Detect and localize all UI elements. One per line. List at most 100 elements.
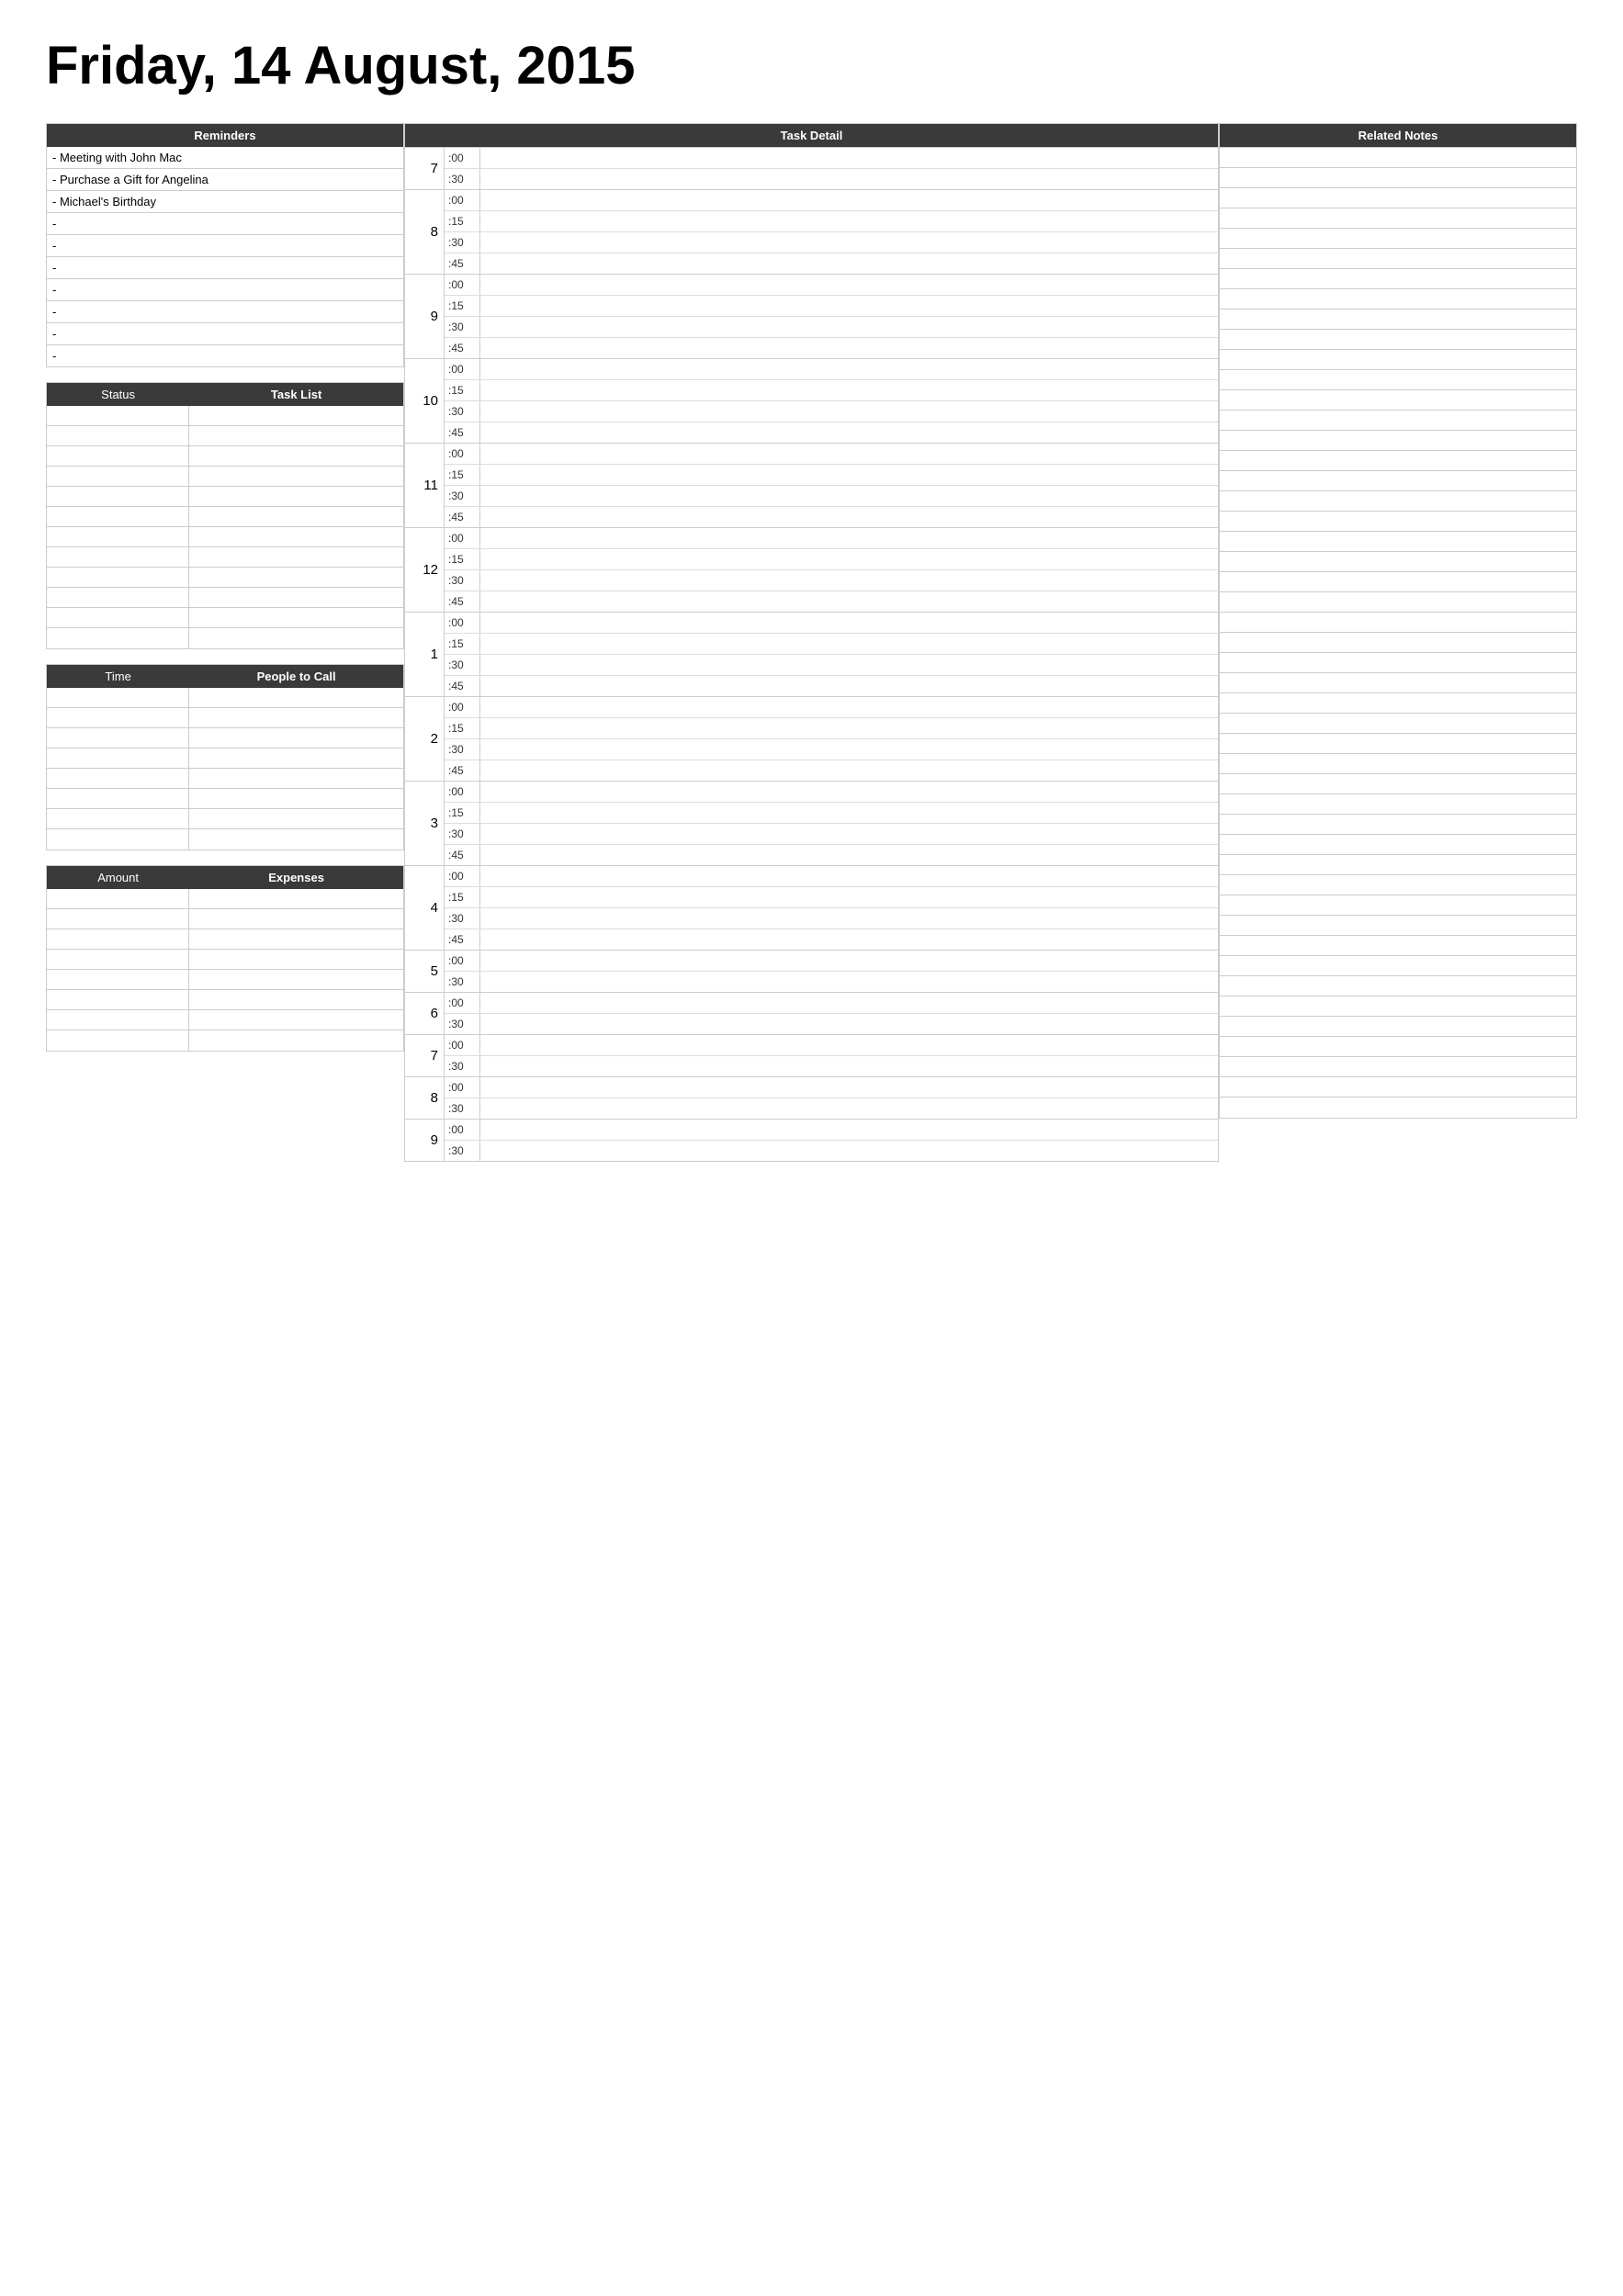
note-row[interactable] bbox=[1220, 1037, 1576, 1057]
expenses-amount-cell[interactable] bbox=[47, 1030, 189, 1051]
note-row[interactable] bbox=[1220, 936, 1576, 956]
note-row[interactable] bbox=[1220, 916, 1576, 936]
note-row[interactable] bbox=[1220, 168, 1576, 188]
tasklist-task-cell[interactable] bbox=[189, 507, 403, 526]
peoplecall-time-cell[interactable] bbox=[47, 728, 189, 748]
slot-detail[interactable] bbox=[479, 549, 1218, 569]
tasklist-task-cell[interactable] bbox=[189, 426, 403, 445]
slot-detail[interactable] bbox=[479, 486, 1218, 506]
slot-detail[interactable] bbox=[479, 887, 1218, 907]
note-row[interactable] bbox=[1220, 411, 1576, 431]
tasklist-status-cell[interactable] bbox=[47, 467, 189, 486]
tasklist-status-cell[interactable] bbox=[47, 547, 189, 567]
tasklist-status-cell[interactable] bbox=[47, 628, 189, 648]
slot-detail[interactable] bbox=[479, 613, 1218, 633]
tasklist-status-cell[interactable] bbox=[47, 507, 189, 526]
note-row[interactable] bbox=[1220, 774, 1576, 794]
slot-detail[interactable] bbox=[479, 908, 1218, 929]
slot-detail[interactable] bbox=[479, 803, 1218, 823]
expenses-desc-cell[interactable] bbox=[189, 970, 403, 989]
peoplecall-name-cell[interactable] bbox=[189, 728, 403, 748]
tasklist-task-cell[interactable] bbox=[189, 446, 403, 466]
tasklist-task-cell[interactable] bbox=[189, 547, 403, 567]
expenses-desc-cell[interactable] bbox=[189, 909, 403, 929]
note-row[interactable] bbox=[1220, 754, 1576, 774]
peoplecall-name-cell[interactable] bbox=[189, 809, 403, 828]
expenses-desc-cell[interactable] bbox=[189, 1010, 403, 1030]
expenses-desc-cell[interactable] bbox=[189, 950, 403, 969]
note-row[interactable] bbox=[1220, 330, 1576, 350]
peoplecall-time-cell[interactable] bbox=[47, 708, 189, 727]
note-row[interactable] bbox=[1220, 835, 1576, 855]
note-row[interactable] bbox=[1220, 875, 1576, 895]
peoplecall-name-cell[interactable] bbox=[189, 769, 403, 788]
peoplecall-time-cell[interactable] bbox=[47, 809, 189, 828]
tasklist-status-cell[interactable] bbox=[47, 446, 189, 466]
note-row[interactable] bbox=[1220, 552, 1576, 572]
note-row[interactable] bbox=[1220, 693, 1576, 714]
expenses-amount-cell[interactable] bbox=[47, 909, 189, 929]
slot-detail[interactable] bbox=[479, 1035, 1218, 1055]
note-row[interactable] bbox=[1220, 431, 1576, 451]
slot-detail[interactable] bbox=[479, 169, 1218, 189]
tasklist-task-cell[interactable] bbox=[189, 588, 403, 607]
note-row[interactable] bbox=[1220, 370, 1576, 390]
expenses-desc-cell[interactable] bbox=[189, 990, 403, 1009]
slot-detail[interactable] bbox=[479, 148, 1218, 168]
slot-detail[interactable] bbox=[479, 718, 1218, 738]
note-row[interactable] bbox=[1220, 249, 1576, 269]
slot-detail[interactable] bbox=[479, 634, 1218, 654]
slot-detail[interactable] bbox=[479, 296, 1218, 316]
slot-detail[interactable] bbox=[479, 697, 1218, 717]
note-row[interactable] bbox=[1220, 653, 1576, 673]
slot-detail[interactable] bbox=[479, 275, 1218, 295]
slot-detail[interactable] bbox=[479, 465, 1218, 485]
tasklist-status-cell[interactable] bbox=[47, 527, 189, 546]
slot-detail[interactable] bbox=[479, 993, 1218, 1013]
slot-detail[interactable] bbox=[479, 528, 1218, 548]
peoplecall-time-cell[interactable] bbox=[47, 688, 189, 707]
note-row[interactable] bbox=[1220, 532, 1576, 552]
note-row[interactable] bbox=[1220, 310, 1576, 330]
tasklist-task-cell[interactable] bbox=[189, 527, 403, 546]
note-row[interactable] bbox=[1220, 188, 1576, 208]
tasklist-status-cell[interactable] bbox=[47, 426, 189, 445]
note-row[interactable] bbox=[1220, 1077, 1576, 1097]
note-row[interactable] bbox=[1220, 613, 1576, 633]
note-row[interactable] bbox=[1220, 208, 1576, 229]
slot-detail[interactable] bbox=[479, 782, 1218, 802]
expenses-amount-cell[interactable] bbox=[47, 970, 189, 989]
note-row[interactable] bbox=[1220, 148, 1576, 168]
expenses-desc-cell[interactable] bbox=[189, 929, 403, 949]
slot-detail[interactable] bbox=[479, 401, 1218, 422]
tasklist-task-cell[interactable] bbox=[189, 628, 403, 648]
note-row[interactable] bbox=[1220, 855, 1576, 875]
peoplecall-time-cell[interactable] bbox=[47, 829, 189, 850]
slot-detail[interactable] bbox=[479, 507, 1218, 527]
tasklist-task-cell[interactable] bbox=[189, 608, 403, 627]
slot-detail[interactable] bbox=[479, 1056, 1218, 1076]
slot-detail[interactable] bbox=[479, 570, 1218, 591]
note-row[interactable] bbox=[1220, 471, 1576, 491]
expenses-amount-cell[interactable] bbox=[47, 929, 189, 949]
expenses-amount-cell[interactable] bbox=[47, 990, 189, 1009]
note-row[interactable] bbox=[1220, 976, 1576, 996]
slot-detail[interactable] bbox=[479, 1014, 1218, 1034]
slot-detail[interactable] bbox=[479, 929, 1218, 950]
expenses-desc-cell[interactable] bbox=[189, 889, 403, 908]
slot-detail[interactable] bbox=[479, 866, 1218, 886]
slot-detail[interactable] bbox=[479, 1098, 1218, 1119]
tasklist-task-cell[interactable] bbox=[189, 467, 403, 486]
slot-detail[interactable] bbox=[479, 739, 1218, 760]
slot-detail[interactable] bbox=[479, 422, 1218, 443]
note-row[interactable] bbox=[1220, 350, 1576, 370]
note-row[interactable] bbox=[1220, 512, 1576, 532]
expenses-amount-cell[interactable] bbox=[47, 1010, 189, 1030]
expenses-amount-cell[interactable] bbox=[47, 950, 189, 969]
slot-detail[interactable] bbox=[479, 359, 1218, 379]
note-row[interactable] bbox=[1220, 289, 1576, 310]
peoplecall-name-cell[interactable] bbox=[189, 829, 403, 850]
slot-detail[interactable] bbox=[479, 232, 1218, 253]
expenses-desc-cell[interactable] bbox=[189, 1030, 403, 1051]
slot-detail[interactable] bbox=[479, 824, 1218, 844]
